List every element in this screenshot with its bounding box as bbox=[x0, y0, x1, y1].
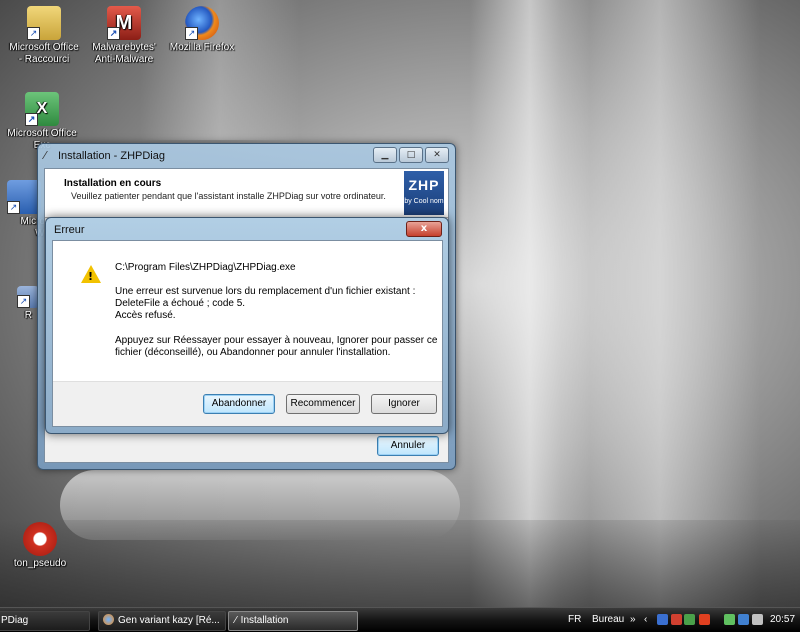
zhp-logo-icon: ZHP by Cool nom bbox=[404, 171, 444, 215]
word-icon: ↗ bbox=[7, 180, 41, 214]
ignore-button[interactable]: Ignorer bbox=[371, 394, 437, 414]
cancel-button[interactable]: Annuler bbox=[377, 436, 439, 456]
error-dialog: Erreur x ! C:\Program Files\ZHPDiag\ZHPD… bbox=[45, 217, 449, 434]
installer-header-subtitle: Veuillez patienter pendant que l'assista… bbox=[71, 191, 386, 201]
error-dialog-title: Erreur bbox=[54, 224, 85, 236]
installer-header: Installation en cours Veuillez patienter… bbox=[45, 169, 448, 218]
error-instruction-line: Appuyez sur Réessayer pour essayer à nou… bbox=[115, 335, 438, 346]
tray-expand-icon[interactable]: ‹ bbox=[644, 611, 647, 629]
installer-title: Installation - ZHPDiag bbox=[58, 150, 165, 162]
taskbar: PDiag Gen variant kazy [Ré... ⁄ Installat… bbox=[0, 607, 800, 632]
antivirus-tray-icon[interactable] bbox=[699, 614, 710, 625]
wallpaper-drape bbox=[560, 0, 760, 610]
toolbar-chevron-icon[interactable]: » bbox=[630, 611, 636, 629]
office-folder-icon: ↗ bbox=[27, 6, 61, 40]
error-dialog-footer: Abandonner Recommencer Ignorer bbox=[53, 381, 442, 426]
bluetooth-icon[interactable] bbox=[657, 614, 668, 625]
clock[interactable]: 20:57 bbox=[770, 611, 795, 629]
minimize-button[interactable]: ▁ bbox=[373, 147, 397, 163]
desktop-icon-office[interactable]: ↗ Microsoft Office - Raccourci bbox=[2, 6, 86, 66]
error-message-line: Une erreur est survenue lors du remplace… bbox=[115, 286, 416, 297]
installer-icon: ⁄ bbox=[235, 615, 237, 626]
shortcut-icon: ↗ bbox=[17, 286, 39, 308]
volume-tray-icon[interactable] bbox=[752, 614, 763, 625]
combofix-icon bbox=[23, 522, 57, 556]
taskbar-item-zhpdiag[interactable]: PDiag bbox=[0, 611, 90, 631]
installer-header-title: Installation en cours bbox=[64, 178, 162, 189]
desktop-icon-ton-pseudo[interactable]: ton_pseudo bbox=[0, 522, 82, 570]
window-controls: ▁ □ ✕ bbox=[373, 147, 449, 163]
retry-button[interactable]: Recommencer bbox=[286, 394, 360, 414]
error-file-path: C:\Program Files\ZHPDiag\ZHPDiag.exe bbox=[115, 262, 296, 273]
excel-icon: X ↗ bbox=[25, 92, 59, 126]
close-button[interactable]: ✕ bbox=[425, 147, 449, 163]
desktop-icon-label: Microsoft Office - Raccourci bbox=[9, 42, 79, 65]
installer-app-icon: ⁄ bbox=[44, 149, 46, 162]
error-dialog-client: ! C:\Program Files\ZHPDiag\ZHPDiag.exe U… bbox=[52, 240, 443, 427]
error-instruction-line: fichier (déconseillé), ou Abandonner pou… bbox=[115, 347, 391, 358]
language-indicator[interactable]: FR bbox=[568, 611, 581, 629]
security-tray-icon[interactable] bbox=[671, 614, 682, 625]
desktop-icon-label: ton_pseudo bbox=[13, 558, 67, 569]
desktop-icon-label: Malwarebytes' Anti-Malware bbox=[92, 42, 156, 65]
desktop-icon-malwarebytes[interactable]: M ↗ Malwarebytes' Anti-Malware bbox=[82, 6, 166, 66]
maximize-button[interactable]: □ bbox=[399, 147, 423, 163]
malwarebytes-icon: M ↗ bbox=[107, 6, 141, 40]
desktop-icon-firefox[interactable]: ↗ Mozilla Firefox bbox=[160, 6, 244, 54]
desktop-icon-label: Mozilla Firefox bbox=[169, 42, 235, 53]
error-message-line: DeleteFile a échoué ; code 5. bbox=[115, 298, 246, 309]
error-message-line: Accès refusé. bbox=[115, 310, 176, 321]
battery-tray-icon[interactable] bbox=[724, 614, 735, 625]
display-tray-icon[interactable] bbox=[738, 614, 749, 625]
firefox-icon: ↗ bbox=[185, 6, 219, 40]
wallpaper-floor bbox=[0, 520, 800, 610]
firefox-icon bbox=[103, 614, 114, 625]
abort-button[interactable]: Abandonner bbox=[203, 394, 275, 414]
taskbar-item-firefox[interactable]: Gen variant kazy [Ré... bbox=[98, 611, 226, 631]
network-tray-icon[interactable] bbox=[684, 614, 695, 625]
taskbar-item-installation[interactable]: ⁄ Installation bbox=[228, 611, 358, 631]
warning-icon-mark: ! bbox=[88, 270, 94, 283]
desktop-toolbar-label[interactable]: Bureau bbox=[592, 611, 624, 629]
close-icon[interactable]: x bbox=[406, 221, 442, 237]
